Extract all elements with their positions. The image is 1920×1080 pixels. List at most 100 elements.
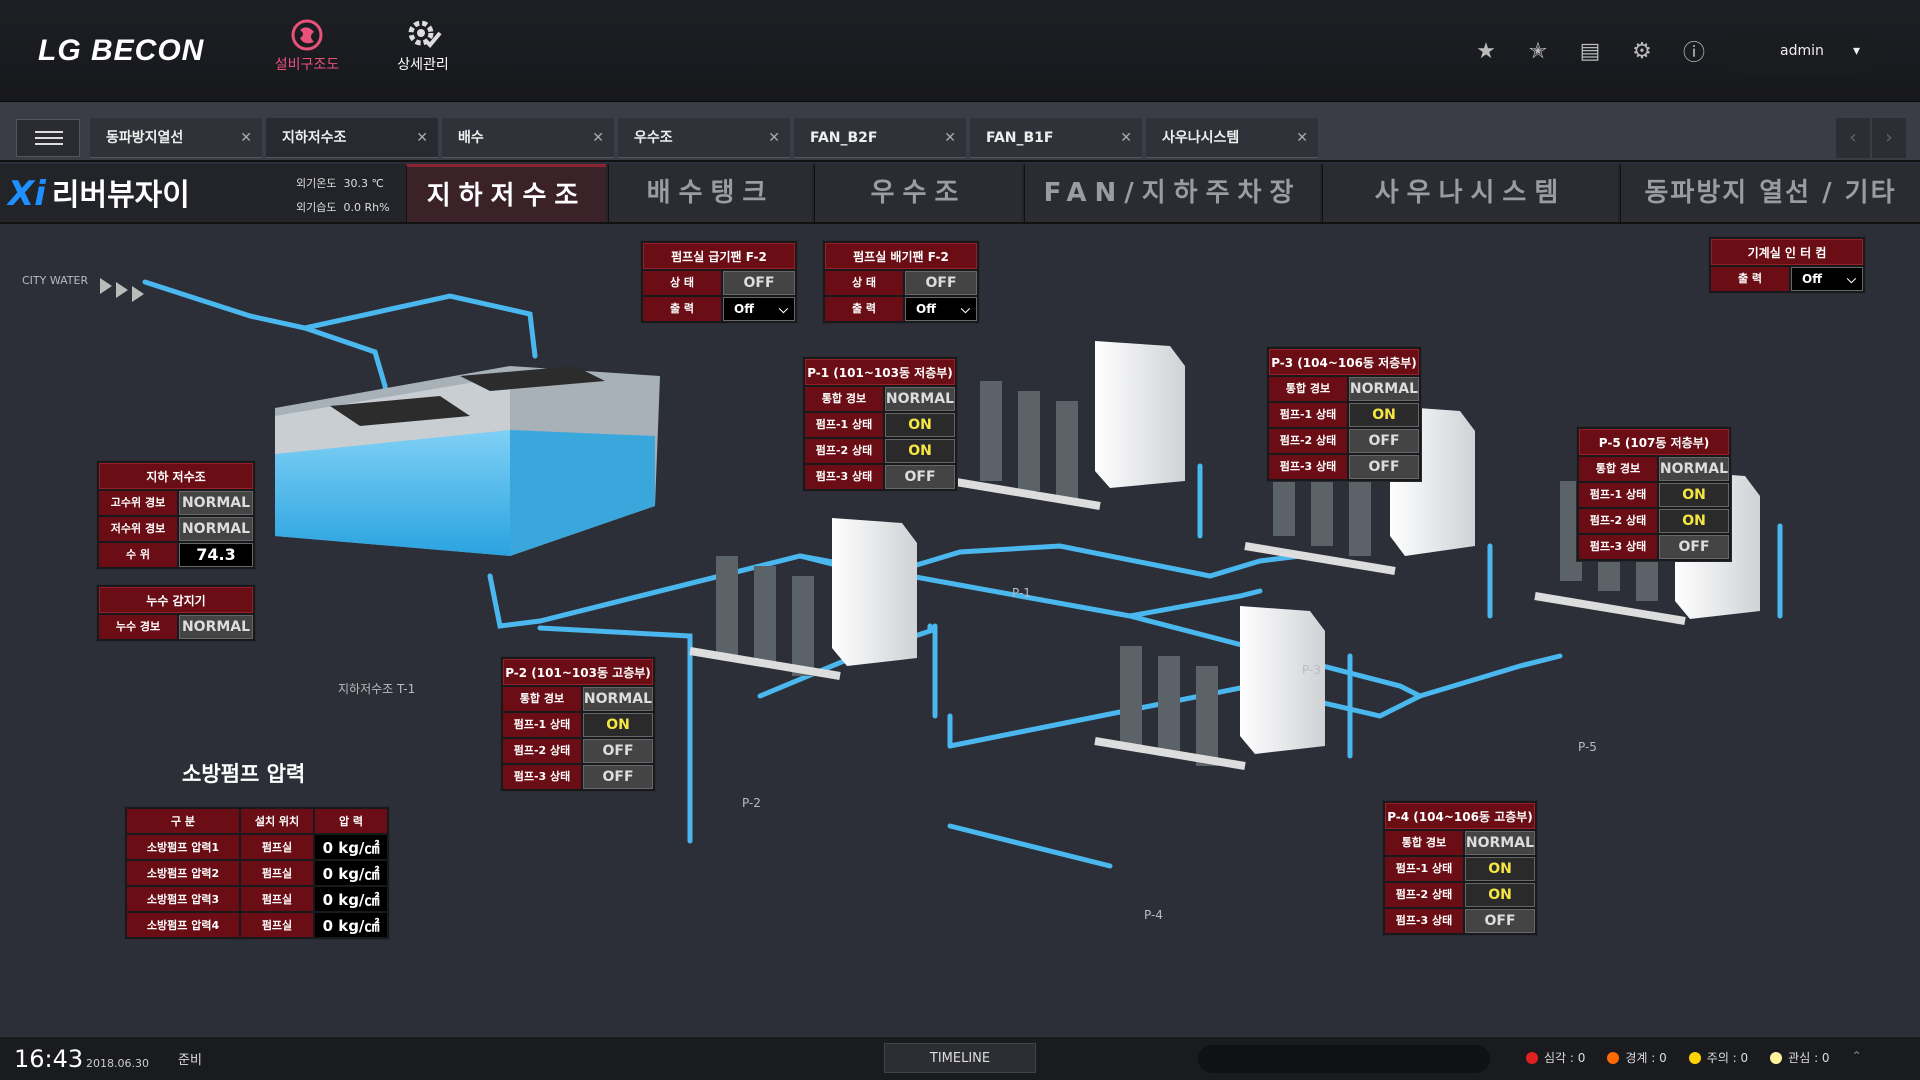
pump1-state: ON [885, 413, 955, 437]
pump-p2-panel: P-2 (101~103동 고층부) 통합 경보 NORMAL 펌프-1 상태 ON… [500, 656, 656, 792]
nav-equipment-diagram[interactable]: 설비구조도 [262, 18, 352, 88]
tab-fan-b1f[interactable]: FAN_B1F ✕ [970, 118, 1142, 158]
timeline-button[interactable]: TIMELINE [884, 1043, 1036, 1073]
pump1-label: 펌프-1 상태 [1579, 483, 1657, 507]
caution-dot-icon [1688, 1052, 1701, 1064]
system-tab-underground-tank[interactable]: 지하저수조 [406, 164, 606, 222]
pump-set-p1 [949, 341, 1185, 510]
pump-name: 소방펌프 압력3 [127, 887, 239, 911]
pump-set-p4 [1094, 606, 1325, 770]
pump2-label: 펌프-2 상태 [1385, 883, 1463, 907]
system-tab-rain-tank[interactable]: 우수조 [814, 164, 1022, 222]
chevron-down-icon: ⌵ [778, 302, 788, 316]
tab-drainage[interactable]: 배수 ✕ [442, 118, 614, 158]
close-icon[interactable]: ✕ [1120, 118, 1132, 158]
status-text: 준비 [178, 1053, 202, 1068]
date: 2018.06.30 [86, 1057, 149, 1070]
close-icon[interactable]: ✕ [592, 118, 604, 158]
tab-sauna-system[interactable]: 사우나시스템 ✕ [1146, 118, 1318, 158]
fire-pump-table: 구 분 설치 위치 압 력 소방펌프 압력1 펌프실 0 kg/㎠ 소방펌프 압력2… [124, 806, 390, 940]
pump-p3-panel: P-3 (104~106동 저층부) 통합 경보 NORMAL 펌프-1 상태 ON… [1266, 346, 1422, 482]
pump-p1-panel: P-1 (101~103동 저층부) 통합 경보 NORMAL 펌프-1 상태 ON… [802, 356, 958, 492]
nav-detail-management[interactable]: 상세관리 [378, 18, 468, 88]
close-icon[interactable]: ✕ [1296, 118, 1308, 158]
system-bar: Xi 리버뷰자이 외기온도 30.3 ℃ 외기습도 0.0 Rh% 지하저수조 배… [0, 164, 1920, 224]
username: admin [1780, 43, 1824, 59]
panel-title: P-1 (101~103동 저층부) [805, 359, 955, 385]
close-icon[interactable]: ✕ [416, 118, 428, 158]
close-icon[interactable]: ✕ [768, 118, 780, 158]
pump2-state: OFF [1349, 429, 1419, 453]
alarm-critical[interactable]: 심각 : 0 [1526, 1049, 1585, 1066]
equipment-diagram: CITY WATER 지하저수조 T-1 P-1 P-2 P-3 P-4 P-5… [0, 226, 1920, 1036]
alarm-warning[interactable]: 경계 : 0 [1607, 1049, 1667, 1066]
pump-p1-label: P-1 [1012, 586, 1031, 600]
tab-scroll-right-button[interactable]: › [1872, 118, 1906, 158]
pump-location: 펌프실 [241, 835, 313, 859]
select-value: Off [1802, 272, 1822, 286]
gear-icon[interactable]: ⚙ [1616, 39, 1668, 64]
water-pipes [142, 279, 1783, 869]
table-row: 소방펌프 압력1 펌프실 0 kg/㎠ [127, 835, 387, 859]
fan-supply-output-select[interactable]: Off ⌵ [723, 297, 795, 321]
pump2-state: OFF [583, 739, 653, 763]
pump2-state: ON [885, 439, 955, 463]
select-value: Off [734, 302, 754, 316]
tab-fan-b2f[interactable]: FAN_B2F ✕ [794, 118, 966, 158]
pump-alarm: NORMAL [1658, 457, 1729, 481]
status-bar: 16:43 2018.06.30 준비 TIMELINE 심각 : 0 경계 :… [0, 1036, 1920, 1080]
pump-location: 펌프실 [241, 887, 313, 911]
pump2-label: 펌프-2 상태 [503, 739, 581, 763]
alarm-label: 관심 : 0 [1788, 1051, 1830, 1065]
hamburger-menu-button[interactable] [16, 119, 80, 157]
alarm-interest[interactable]: 관심 : 0 [1770, 1049, 1830, 1066]
table-row: 소방펌프 압력2 펌프실 0 kg/㎠ [127, 861, 387, 885]
system-tab-drain-tank[interactable]: 배수탱크 [608, 164, 812, 222]
outdoor-temp-label: 외기온도 [296, 177, 337, 190]
tab-rain-tank[interactable]: 우수조 ✕ [618, 118, 790, 158]
alarm-label: 통합 경보 [1269, 377, 1347, 401]
alarm-label: 통합 경보 [1579, 457, 1657, 481]
intercom-output-select[interactable]: Off ⌵ [1791, 267, 1863, 291]
system-tab-sauna[interactable]: 사우나시스템 [1322, 164, 1618, 222]
fan-exhaust-output-select[interactable]: Off ⌵ [905, 297, 977, 321]
column-header: 설치 위치 [241, 809, 313, 833]
tab-label: 지하저수조 [282, 130, 347, 146]
alarm-caution[interactable]: 주의 : 0 [1688, 1049, 1748, 1066]
pump-p2-label: P-2 [742, 796, 761, 810]
pump3-state: OFF [583, 765, 653, 789]
pump2-state: ON [1465, 883, 1535, 907]
pump-alarm: NORMAL [1348, 377, 1419, 401]
tab-scroll-left-button[interactable]: ‹ [1836, 118, 1870, 158]
pump2-label: 펌프-2 상태 [1579, 509, 1657, 533]
tab-freeze-protect[interactable]: 동파방지열선 ✕ [90, 118, 262, 158]
intercom-panel: 기계실 인 터 컴 출 력 Off ⌵ [1708, 236, 1866, 294]
system-tab-freeze-etc[interactable]: 동파방지 열선 / 기타 [1620, 164, 1920, 222]
panel-title: 누수 감지기 [99, 587, 253, 613]
pump-set-p2 [689, 518, 917, 680]
expand-up-icon[interactable]: ⌃ [1852, 1049, 1862, 1066]
close-icon[interactable]: ✕ [240, 118, 252, 158]
nav-label: 설비구조도 [274, 57, 340, 73]
warning-dot-icon [1607, 1052, 1620, 1064]
level-label: 수 위 [99, 543, 177, 567]
site-name: 리버뷰자이 [51, 178, 190, 213]
output-label: 출 력 [1711, 267, 1789, 291]
pump1-state: ON [1349, 403, 1419, 427]
status-search-field[interactable] [1198, 1045, 1490, 1073]
favorite-add-icon[interactable]: ✭ [1512, 39, 1564, 64]
info-icon[interactable]: ⓘ [1668, 35, 1720, 67]
system-tab-fan-parking[interactable]: FAN/지하주차장 [1024, 164, 1320, 222]
alarm-counters: 심각 : 0 경계 : 0 주의 : 0 관심 : 0 ⌃ [1526, 1049, 1862, 1066]
favorite-star-icon[interactable]: ★ [1460, 39, 1512, 64]
pump-alarm: NORMAL [884, 387, 955, 411]
user-menu[interactable]: admin ▾ [1720, 28, 1880, 74]
pump2-state: ON [1659, 509, 1729, 533]
high-level-alarm: NORMAL [179, 491, 253, 515]
panel-title: P-3 (104~106동 저층부) [1269, 349, 1419, 375]
close-icon[interactable]: ✕ [944, 118, 956, 158]
notepad-icon[interactable]: ▤ [1564, 39, 1616, 64]
pump1-label: 펌프-1 상태 [503, 713, 581, 737]
site-title: Xi 리버뷰자이 [8, 170, 190, 214]
tab-underground-tank[interactable]: 지하저수조 ✕ [266, 118, 438, 158]
